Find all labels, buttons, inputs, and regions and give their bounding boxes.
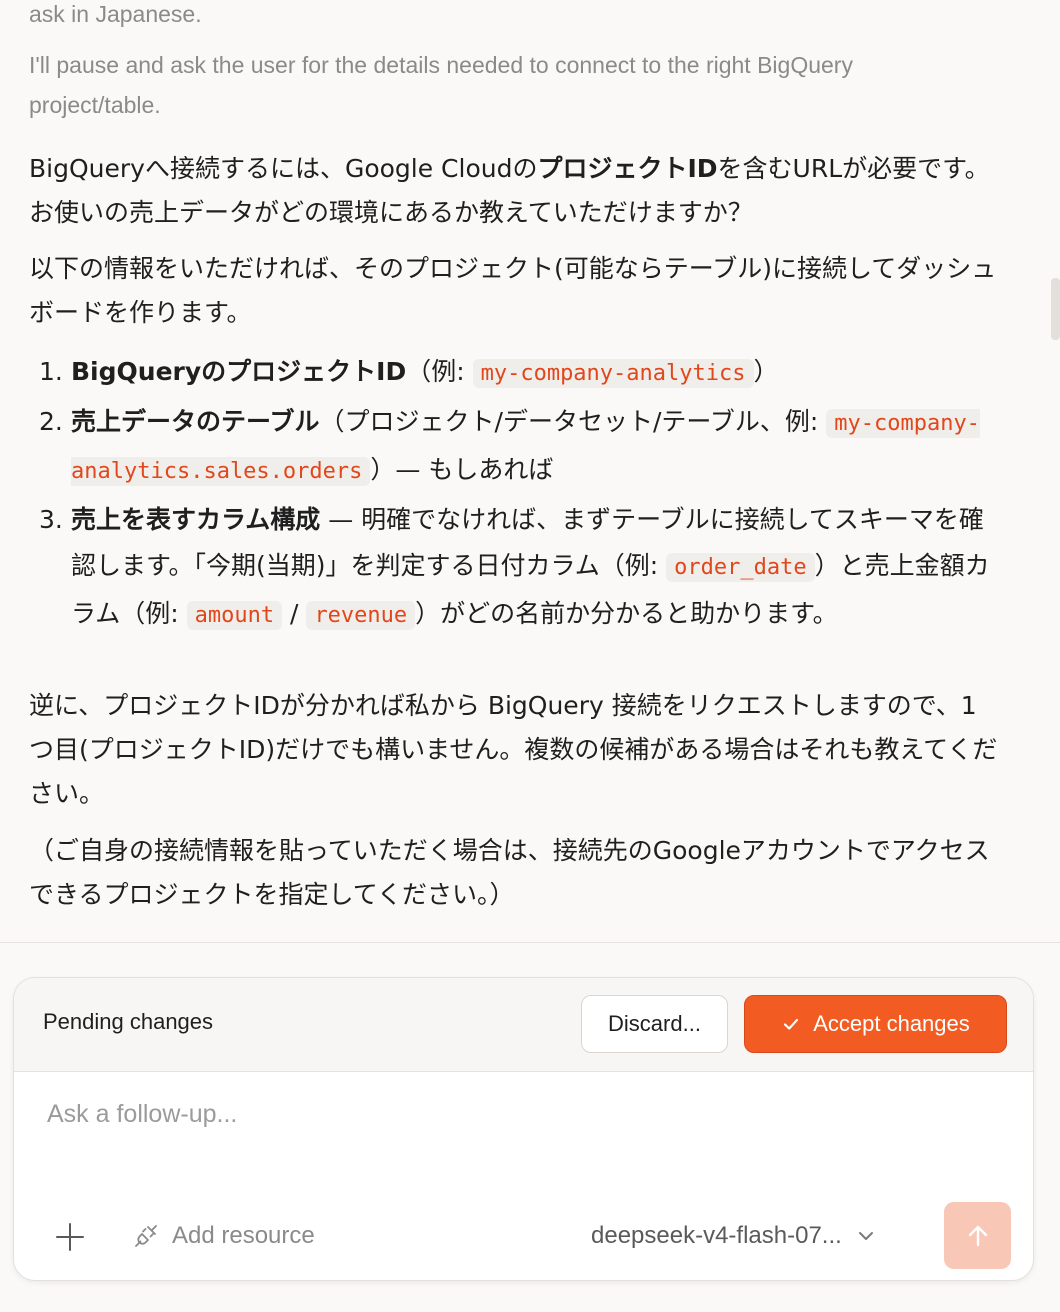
plug-icon — [135, 1225, 157, 1247]
list-item: 2. 売上データのテーブル（プロジェクト/データセット/テーブル、例: my-co… — [29, 399, 999, 495]
list-number: 2. — [39, 407, 63, 436]
accept-changes-button[interactable]: Accept changes — [744, 995, 1007, 1053]
add-resource-button[interactable]: Add resource — [132, 1222, 315, 1250]
list-item: 1. BigQueryのプロジェクトID（例: my-company-analyt… — [29, 349, 999, 397]
model-label: deepseek-v4-flash-07... — [591, 1222, 842, 1249]
inline-code: order_date — [666, 553, 815, 582]
text-span: / — [282, 599, 307, 628]
thinking-text: ask in Japanese. — [29, 1, 202, 27]
text-span: （例: — [406, 357, 473, 386]
text-span: ） — [753, 357, 779, 386]
pending-changes-label: Pending changes — [43, 1009, 214, 1034]
text-span: BigQueryへ接続するには、Google Cloudの — [29, 154, 538, 183]
accept-button-label: Accept changes — [813, 1011, 970, 1036]
follow-up-input[interactable] — [47, 1100, 977, 1129]
model-selector[interactable]: deepseek-v4-flash-07... — [591, 1222, 876, 1250]
add-resource-label: Add resource — [172, 1222, 315, 1249]
text-span: （プロジェクト/データセット/テーブル、例: — [319, 407, 827, 436]
answer-paragraph: 逆に、プロジェクトIDが分かれば私から BigQuery 接続をリクエストします… — [29, 691, 998, 808]
list-number: 3. — [39, 505, 63, 534]
plus-icon — [56, 1223, 84, 1251]
bold-text: 売上データのテーブル — [71, 407, 320, 436]
answer-paragraph: BigQueryへ接続するには、Google CloudのプロジェクトIDを含む… — [29, 147, 999, 235]
list-item: 3. 売上を表すカラム構成 — 明確でなければ、まずテーブルに接続してスキーマを確… — [29, 497, 999, 639]
inline-code: my-company-analytics — [472, 359, 754, 388]
divider — [0, 942, 1060, 943]
add-button[interactable] — [54, 1221, 86, 1253]
bold-text: プロジェクトID — [537, 154, 718, 183]
check-icon — [784, 1018, 799, 1030]
composer: Pending changes Discard... Accept change… — [13, 977, 1034, 1281]
answer-paragraph: 以下の情報をいただければ、そのプロジェクト(可能ならテーブル)に接続してダッシュ… — [29, 254, 997, 327]
send-button[interactable] — [944, 1202, 1011, 1269]
scrollbar-thumb[interactable] — [1051, 278, 1060, 340]
inline-code: revenue — [306, 601, 416, 630]
bold-text: 売上を表すカラム構成 — [71, 505, 321, 534]
inline-code: amount — [186, 601, 283, 630]
thinking-text: I'll pause and ask the user for the deta… — [29, 52, 853, 118]
list-number: 1. — [39, 357, 63, 386]
answer-paragraph: （ご自身の接続情報を貼っていただく場合は、接続先のGoogleアカウントでアクセ… — [29, 836, 990, 909]
discard-button-label: Discard... — [608, 1011, 701, 1036]
discard-button[interactable]: Discard... — [581, 995, 728, 1053]
text-span: ）がどの名前か分かると助かります。 — [415, 599, 838, 628]
chat-transcript: ask in Japanese. I'll pause and ask the … — [0, 0, 1060, 942]
bold-text: BigQueryのプロジェクトID — [71, 357, 407, 386]
chevron-down-icon — [858, 1232, 873, 1240]
arrow-up-icon — [968, 1225, 987, 1246]
requirements-list: 1. BigQueryのプロジェクトID（例: my-company-analyt… — [29, 349, 999, 641]
pending-changes-bar: Pending changes Discard... Accept change… — [14, 978, 1033, 1072]
text-span: ）— もしあれば — [370, 455, 554, 484]
